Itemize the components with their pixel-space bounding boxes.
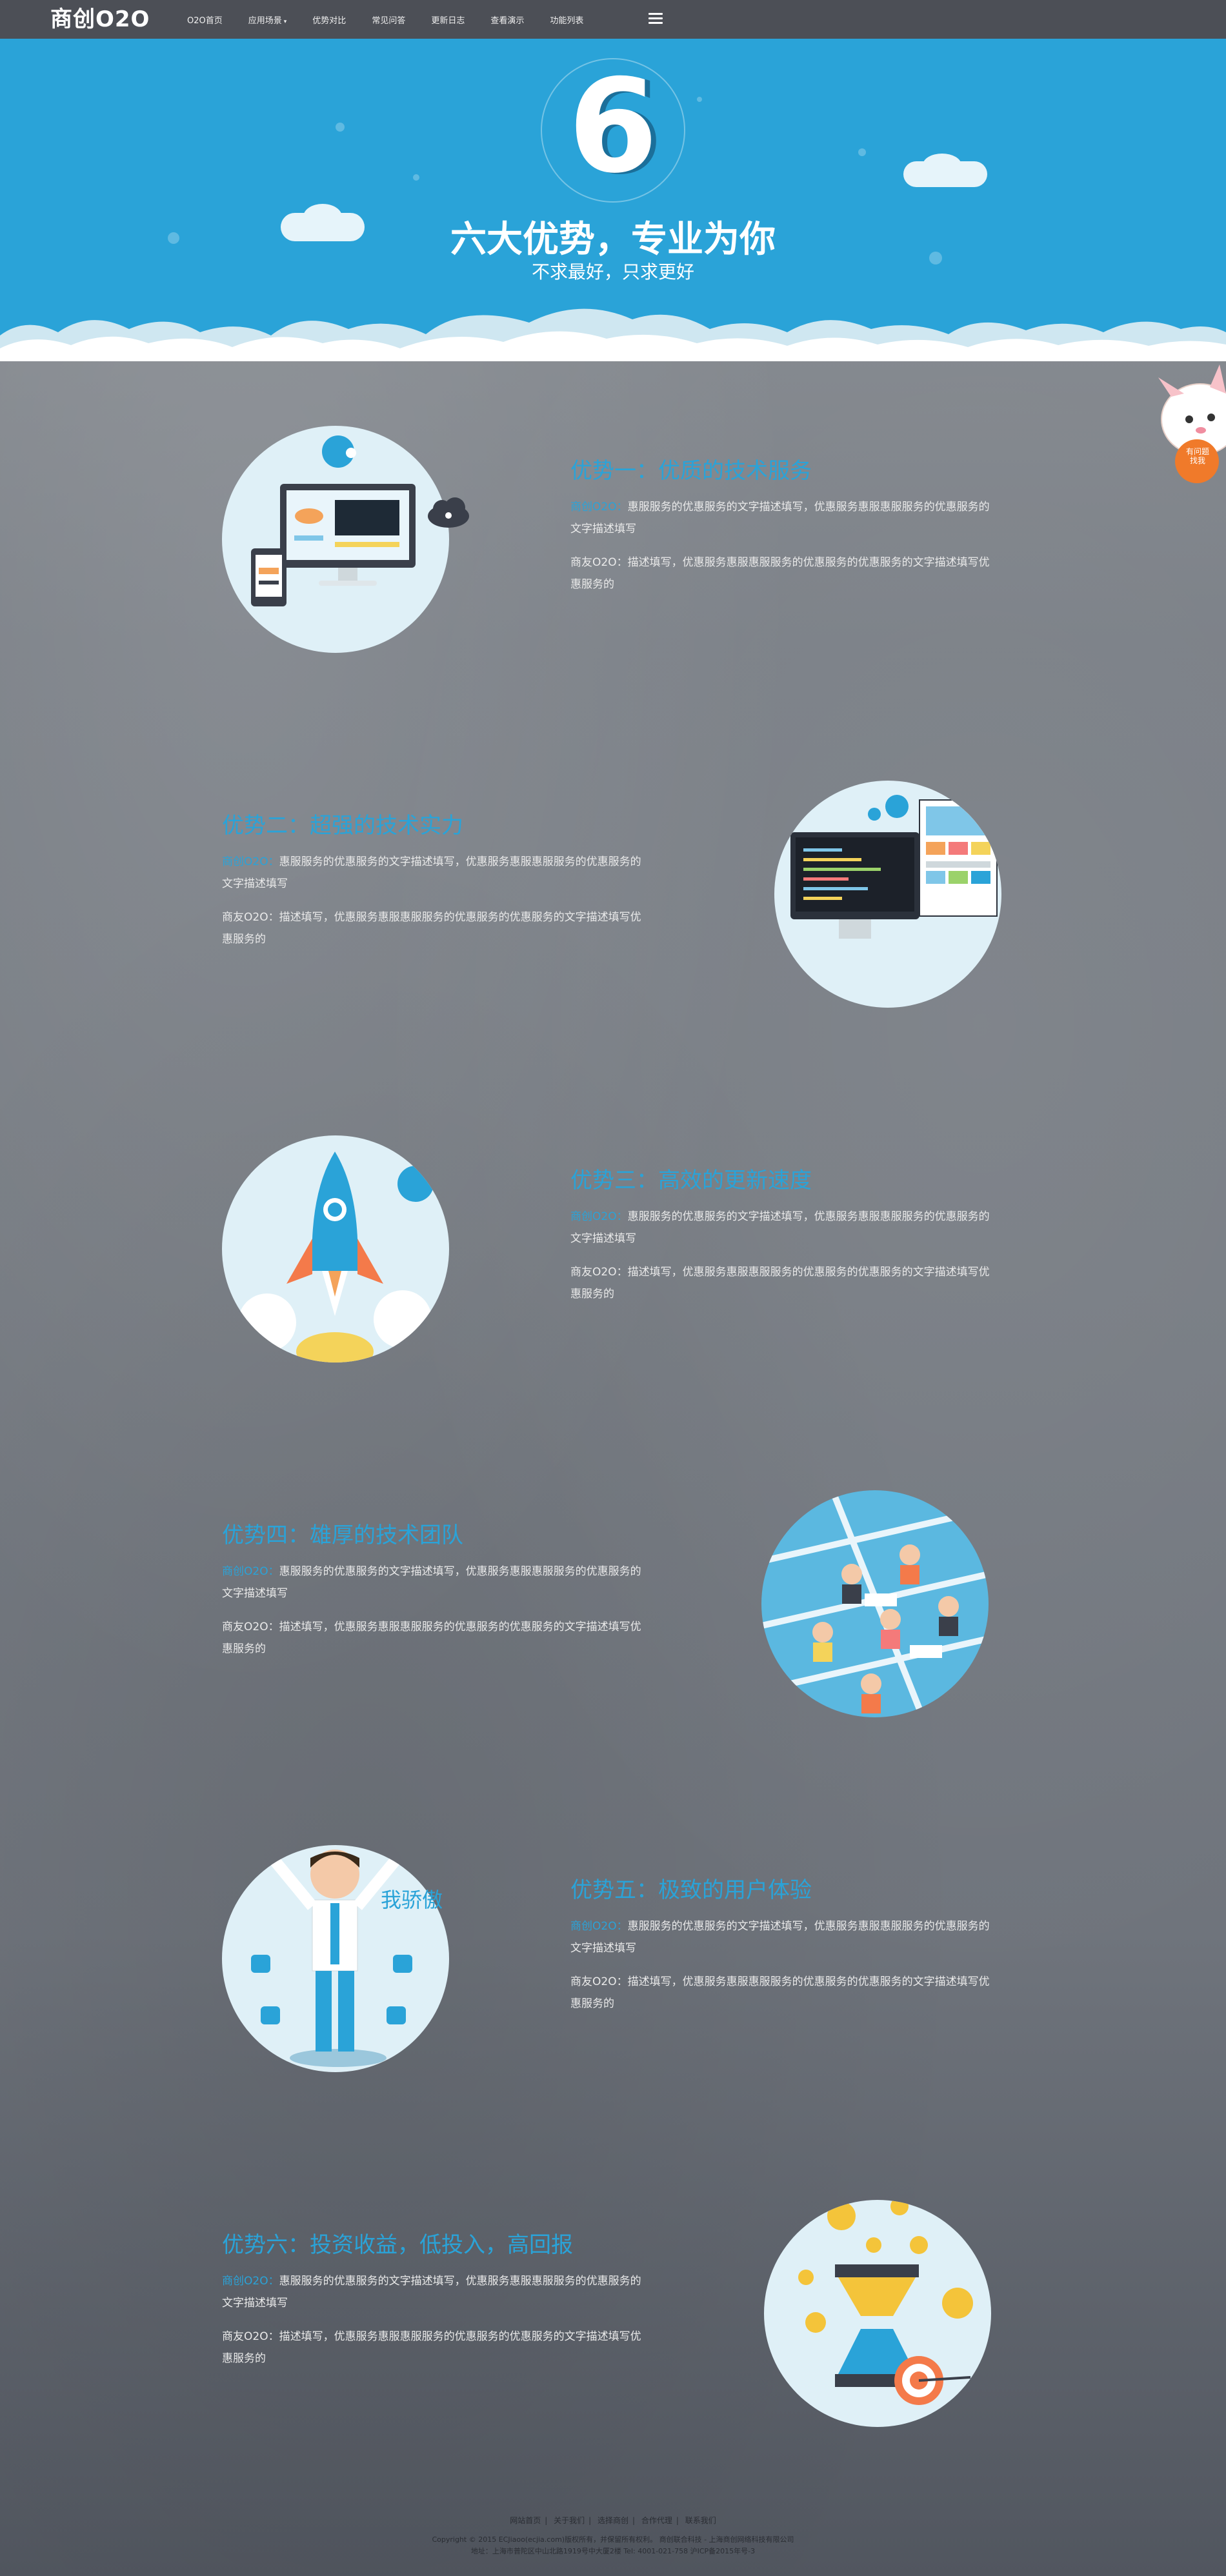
hero-banner: 6 六大优势，专业为你 不求最好，只求更好: [0, 39, 1226, 361]
feature-title: 优势六：投资收益，低投入，高回报: [222, 2232, 573, 2258]
nav-menu: O2O首页 应用场景 ▾ 优势对比 常见问答 更新日志 查看演示 功能列表: [187, 0, 609, 39]
hero-subtitle: 不求最好，只求更好: [531, 261, 694, 283]
happy-man-icon: [222, 1845, 449, 2072]
team-office-icon: [761, 1490, 989, 1717]
cloud-user-icon: [428, 497, 469, 528]
feature-desc-1: 商创O2O：惠服服务的优惠服务的文字描述填写，优惠服务惠服惠服服务的优惠服务的文…: [570, 1210, 990, 1245]
feature-section-1: 优势一：优质的技术服务 商创O2O：惠服服务的优惠服务的文字描述填写，优惠服务惠…: [0, 426, 1226, 684]
footer-link-contact[interactable]: 联系我们: [685, 2516, 716, 2525]
feature-desc-1: 商创O2O：惠服服务的优惠服务的文字描述填写，优惠服务惠服惠服服务的优惠服务的文…: [222, 2275, 641, 2310]
feature-section-2: 优势二：超强的技术实力 商创O2O：惠服服务的优惠服务的文字描述填写，优惠服务惠…: [0, 781, 1226, 1039]
feature-desc-2: 商友O2O：描述填写，优惠服务惠服惠服服务的优惠服务的优惠服务的文字描述填写优惠…: [222, 2330, 641, 2365]
feature-title: 优势四：雄厚的技术团队: [222, 1523, 463, 1548]
feature-section-4: 优势四：雄厚的技术团队 商创O2O：惠服服务的优惠服务的文字描述填写，优惠服务惠…: [0, 1490, 1226, 1748]
feature-desc-1: 商创O2O：惠服服务的优惠服务的文字描述填写，优惠服务惠服惠服服务的优惠服务的文…: [222, 855, 641, 890]
footer-address: 地址：上海市普陀区中山北路1919号中大厦2楼 Tel: 4001-021-75…: [470, 2547, 756, 2555]
feature-desc-2: 商友O2O：描述填写，优惠服务惠服惠服服务的优惠服务的优惠服务的文字描述填写优惠…: [222, 1621, 641, 1655]
top-navbar: 商创O2O O2O首页 应用场景 ▾ 优势对比 常见问答 更新日志 查看演示 功能…: [0, 0, 1226, 39]
footer-link-partner[interactable]: 合作代理: [641, 2516, 672, 2525]
footer-links: 网站首页 | 关于我们 | 选择商创 | 合作代理 | 联系我们: [510, 2516, 716, 2525]
feature-desc-2: 商友O2O：描述填写，优惠服务惠服惠服服务的优惠服务的优惠服务的文字描述填写优惠…: [570, 556, 990, 591]
hero-number: 6: [568, 52, 658, 202]
feature-desc-2: 商友O2O：描述填写，优惠服务惠服惠服服务的优惠服务的优惠服务的文字描述填写优惠…: [222, 911, 641, 946]
nav-item-demo[interactable]: 查看演示: [490, 14, 524, 26]
feature-desc-1: 商创O2O：惠服服务的优惠服务的文字描述填写，优惠服务惠服惠服服务的优惠服务的文…: [222, 1565, 641, 1600]
rocket-icon: [222, 1135, 449, 1363]
proud-badge: 我骄傲: [381, 1888, 443, 1912]
nav-item-compare[interactable]: 优势对比: [312, 14, 346, 26]
feature-section-5: 我骄傲 优势五：极致的用户体验 商创O2O：惠服服务的优惠服务的文字描述填写，优…: [0, 1845, 1226, 2103]
feature-desc-1: 商创O2O：惠服服务的优惠服务的文字描述填写，优惠服务惠服惠服服务的优惠服务的文…: [570, 501, 990, 535]
nav-item-features[interactable]: 功能列表: [550, 14, 583, 26]
cloud-border: [0, 308, 1226, 361]
computer-devices-icon: [222, 426, 449, 653]
footer-copyright: Copyright © 2015 ECJiaoo(ecjia.com)版权所有，…: [432, 2535, 794, 2544]
coins-hourglass-icon: [764, 2200, 991, 2427]
feature-section-6: 优势六：投资收益，低投入，高回报 商创O2O：惠服服务的优惠服务的文字描述填写，…: [0, 2200, 1226, 2458]
feature-section-3: 优势三：高效的更新速度 商创O2O：惠服服务的优惠服务的文字描述填写，优惠服务惠…: [0, 1135, 1226, 1393]
feature-title: 优势五：极致的用户体验: [570, 1877, 812, 1903]
feature-title: 优势三：高效的更新速度: [570, 1168, 812, 1193]
code-monitor-icon: [774, 781, 1001, 1008]
feature-desc-2: 商友O2O：描述填写，优惠服务惠服惠服服务的优惠服务的优惠服务的文字描述填写优惠…: [570, 1266, 990, 1301]
site-logo[interactable]: 商创O2O: [50, 5, 150, 34]
feature-title: 优势一：优质的技术服务: [570, 458, 812, 484]
nav-item-changelog[interactable]: 更新日志: [431, 14, 465, 26]
hero-title: 六大优势，专业为你: [450, 219, 776, 261]
nav-item-home[interactable]: O2O首页: [187, 14, 223, 26]
nav-item-faq[interactable]: 常见问答: [372, 14, 405, 26]
hamburger-icon[interactable]: [648, 13, 663, 25]
footer-link-choose[interactable]: 选择商创: [598, 2516, 628, 2525]
feature-desc-1: 商创O2O：惠服服务的优惠服务的文字描述填写，优惠服务惠服惠服服务的优惠服务的文…: [570, 1920, 990, 1955]
caret-down-icon: ▾: [283, 18, 287, 25]
feature-title: 优势二：超强的技术实力: [222, 813, 463, 839]
nav-item-scenarios[interactable]: 应用场景 ▾: [248, 14, 287, 26]
feature-desc-2: 商友O2O：描述填写，优惠服务惠服惠服服务的优惠服务的优惠服务的文字描述填写优惠…: [570, 1975, 990, 2010]
footer-link-home[interactable]: 网站首页: [510, 2516, 541, 2525]
footer-link-about[interactable]: 关于我们: [554, 2516, 585, 2525]
